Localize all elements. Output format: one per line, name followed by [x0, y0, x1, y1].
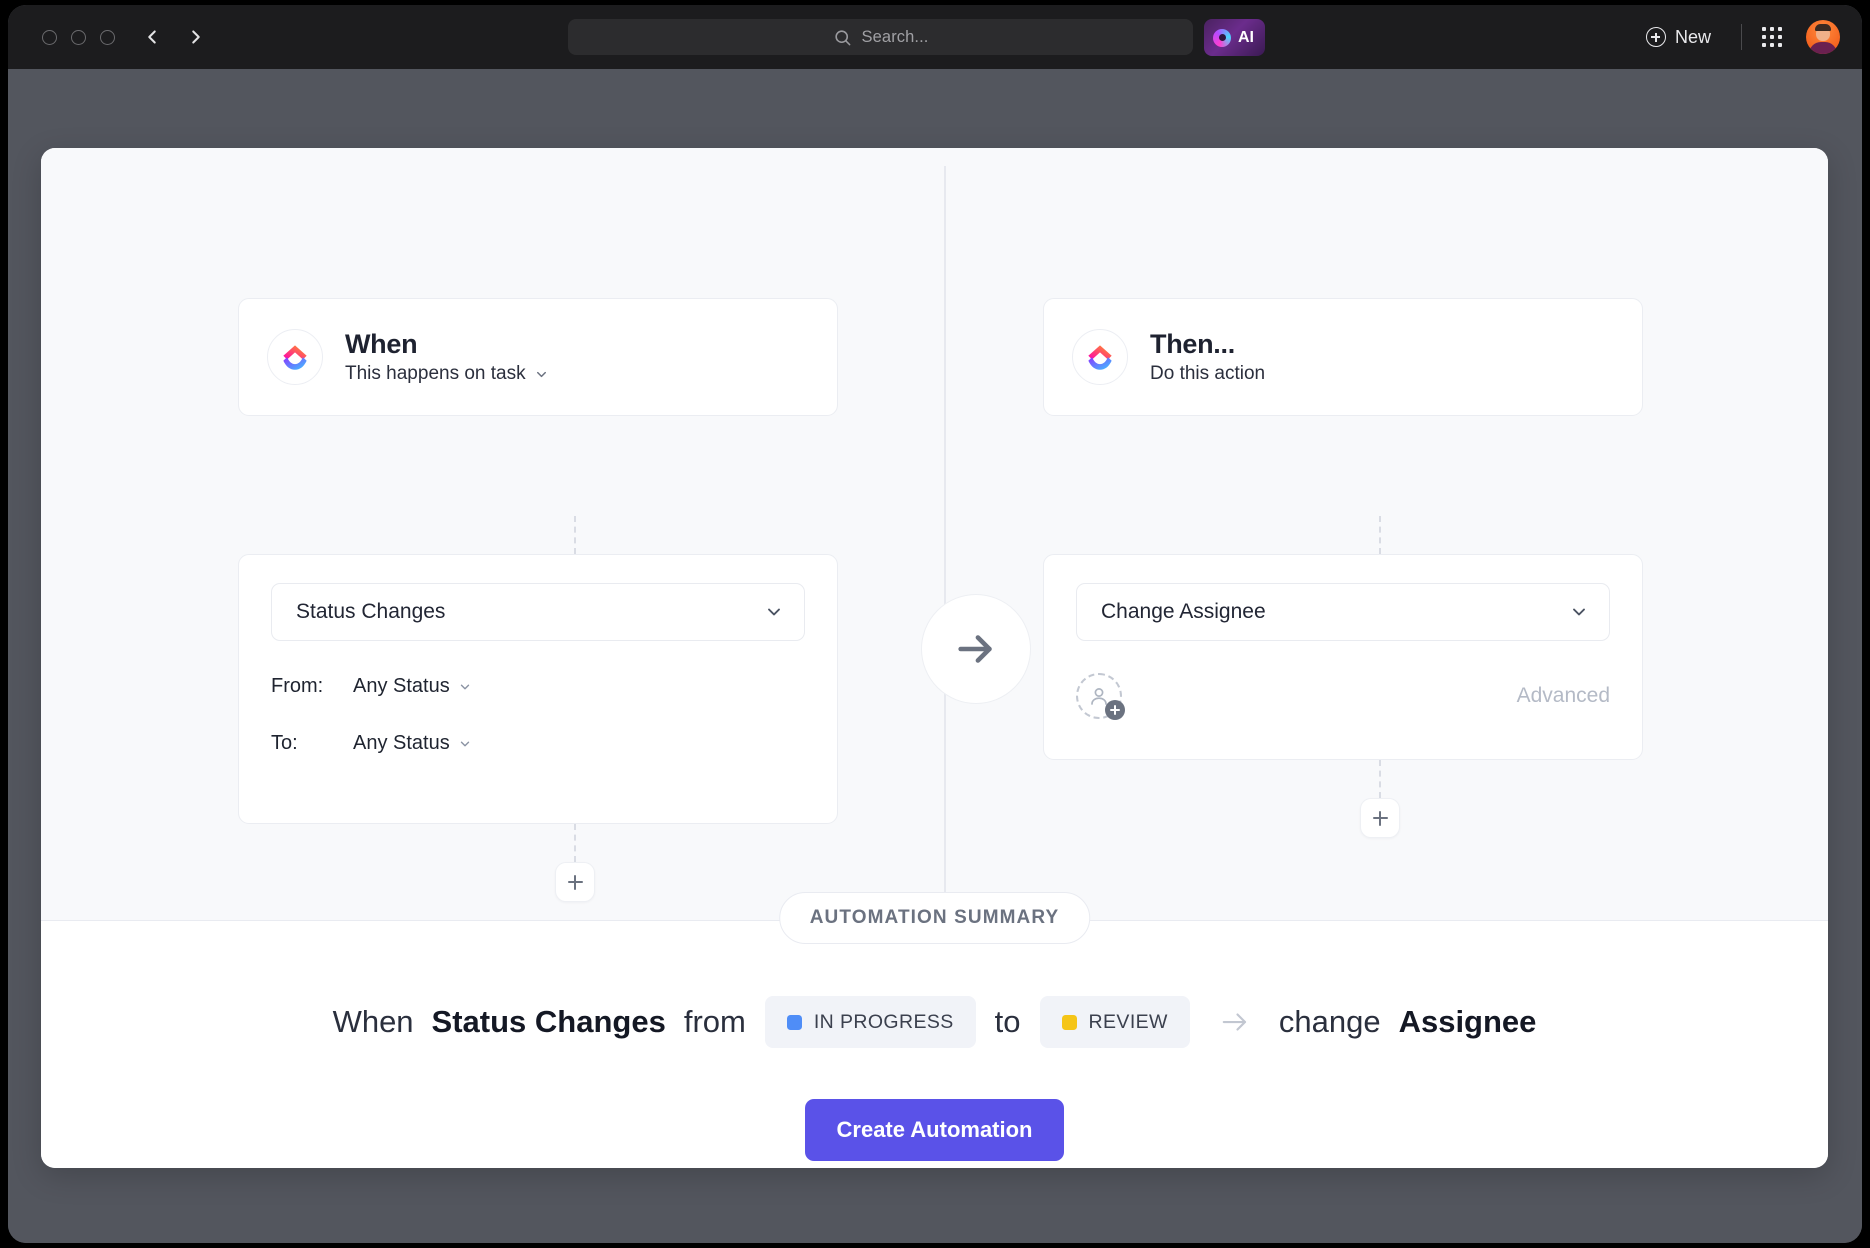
- when-header-text: When This happens on task: [345, 329, 549, 385]
- avatar[interactable]: [1806, 20, 1840, 54]
- avatar-hair: [1815, 24, 1831, 31]
- add-assignee-icon[interactable]: [1076, 673, 1125, 720]
- summary-from-word: from: [683, 1004, 746, 1039]
- top-bar-right-actions: New: [1636, 5, 1840, 69]
- action-select[interactable]: Change Assignee: [1076, 583, 1610, 641]
- trigger-to-value: Any Status: [353, 732, 450, 754]
- search-placeholder-text: Search...: [861, 27, 929, 46]
- connector-line: [1379, 760, 1381, 798]
- when-subtitle-row[interactable]: This happens on task: [345, 363, 549, 385]
- connector-line: [574, 516, 576, 554]
- trigger-from-label: From:: [271, 675, 324, 697]
- when-header-card[interactable]: When This happens on task: [238, 298, 838, 416]
- summary-action-word: change: [1278, 1004, 1381, 1039]
- summary-trigger: Status Changes: [431, 1004, 666, 1039]
- clickup-logo-icon: [267, 329, 323, 385]
- add-trigger-button[interactable]: [555, 862, 595, 902]
- back-chevron-icon[interactable]: [141, 26, 163, 48]
- apps-grid-icon[interactable]: [1762, 27, 1782, 47]
- toolbar-divider: [1741, 24, 1742, 50]
- automation-builder-modal: When This happens on task Then... Do thi…: [41, 148, 1828, 1168]
- automation-summary-sentence: When Status Changes from IN PROGRESS to …: [41, 996, 1828, 1048]
- close-window-icon[interactable]: [42, 29, 57, 45]
- search-bar[interactable]: Search...: [568, 19, 1193, 55]
- summary-to-status-chip: REVIEW: [1039, 996, 1190, 1048]
- connector-line: [574, 824, 576, 862]
- trigger-to-row: To: Any Status: [271, 732, 805, 755]
- automation-summary-pill: AUTOMATION SUMMARY: [778, 892, 1091, 944]
- connector-line: [1379, 516, 1381, 554]
- trigger-from-select[interactable]: Any Status: [353, 675, 472, 698]
- chevron-down-icon: [534, 367, 549, 382]
- trigger-from-value: Any Status: [353, 675, 450, 697]
- search-input[interactable]: Search...: [568, 19, 1193, 55]
- app-window: Search... AI New When This happens on ta…: [8, 5, 1862, 1243]
- search-icon: [833, 28, 852, 47]
- advanced-link[interactable]: Advanced: [1517, 684, 1610, 708]
- chevron-down-icon: [458, 737, 472, 751]
- ai-button[interactable]: AI: [1204, 19, 1265, 56]
- summary-to-status-label: REVIEW: [1088, 1010, 1168, 1033]
- flow-arrow-icon: [921, 594, 1031, 704]
- new-button[interactable]: New: [1636, 21, 1721, 54]
- avatar-body: [1809, 42, 1837, 54]
- top-bar: Search... AI New: [8, 5, 1862, 69]
- when-subtitle: This happens on task: [345, 363, 526, 385]
- forward-chevron-icon[interactable]: [185, 26, 207, 48]
- plus-badge-icon: [1105, 700, 1125, 720]
- chevron-down-icon: [1569, 602, 1589, 622]
- window-controls[interactable]: [42, 29, 115, 45]
- trigger-card: Status Changes From: Any Status To: Any …: [238, 554, 838, 824]
- action-select-value: Change Assignee: [1101, 600, 1266, 623]
- assignee-row: Advanced: [1076, 673, 1610, 720]
- status-color-dot: [786, 1014, 802, 1030]
- maximize-window-icon[interactable]: [100, 29, 115, 45]
- status-color-dot: [1061, 1014, 1077, 1030]
- summary-to-word: to: [994, 1004, 1021, 1039]
- builder-column-divider: [944, 166, 946, 902]
- summary-arrow-icon: [1214, 1007, 1256, 1037]
- automation-summary-section: AUTOMATION SUMMARY When Status Changes f…: [41, 892, 1828, 1168]
- navigation-arrows: [141, 26, 207, 48]
- plus-circle-icon: [1645, 27, 1666, 47]
- add-action-button[interactable]: [1360, 798, 1400, 838]
- ai-button-label: AI: [1238, 28, 1254, 46]
- create-automation-button[interactable]: Create Automation: [804, 1099, 1065, 1161]
- summary-from-status-label: IN PROGRESS: [813, 1010, 954, 1033]
- clickup-logo-icon: [1072, 329, 1128, 385]
- chevron-down-icon: [458, 680, 472, 694]
- trigger-select-value: Status Changes: [296, 600, 446, 623]
- when-title: When: [345, 328, 418, 359]
- new-button-label: New: [1674, 26, 1711, 47]
- trigger-from-row: From: Any Status: [271, 675, 805, 698]
- summary-from-status-chip: IN PROGRESS: [764, 996, 976, 1048]
- then-subtitle: Do this action: [1150, 363, 1266, 385]
- trigger-select[interactable]: Status Changes: [271, 583, 805, 641]
- then-header-card[interactable]: Then... Do this action: [1043, 298, 1643, 416]
- action-card: Change Assignee Advanced: [1043, 554, 1643, 760]
- chevron-down-icon: [764, 602, 784, 622]
- trigger-to-label: To:: [271, 732, 298, 754]
- automation-builder-canvas: When This happens on task Then... Do thi…: [41, 148, 1828, 920]
- page-body: When This happens on task Then... Do thi…: [8, 69, 1862, 1243]
- trigger-to-select[interactable]: Any Status: [353, 732, 472, 755]
- then-header-text: Then... Do this action: [1150, 329, 1265, 385]
- minimize-window-icon[interactable]: [71, 29, 86, 45]
- then-title: Then...: [1150, 328, 1235, 359]
- ai-sparkle-icon: [1213, 28, 1231, 47]
- summary-action-target: Assignee: [1398, 1004, 1537, 1039]
- summary-prefix: When: [332, 1004, 414, 1039]
